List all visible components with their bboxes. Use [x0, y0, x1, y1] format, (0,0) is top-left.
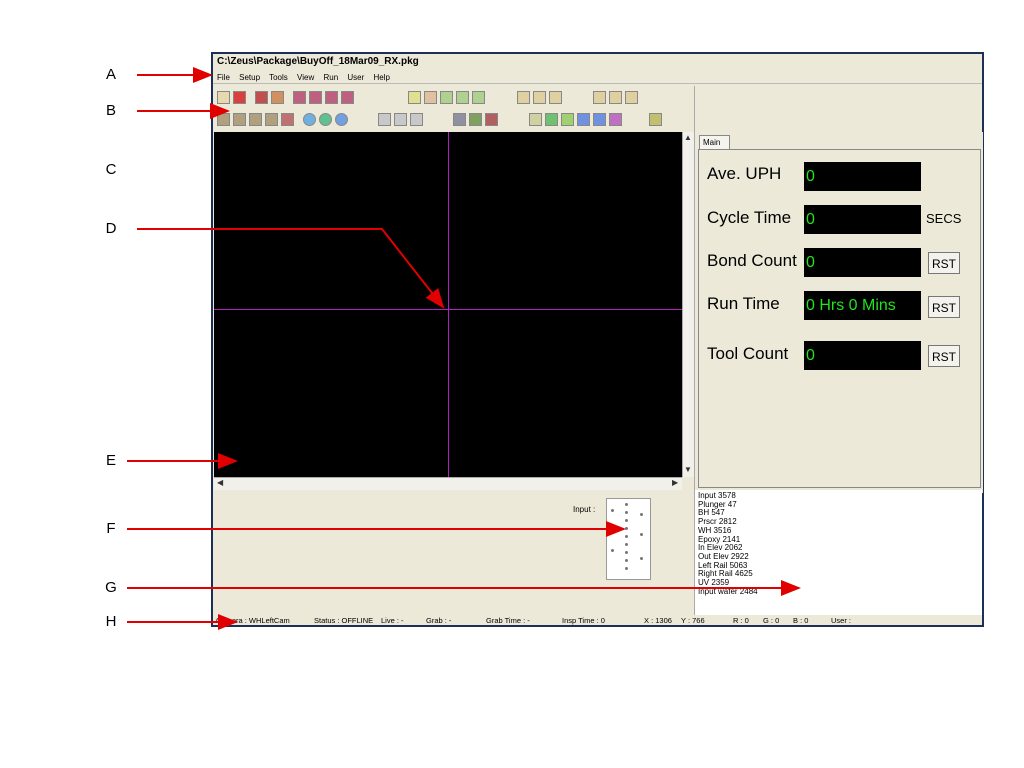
arrow-d — [137, 228, 445, 309]
callout-arrows — [127, 67, 801, 630]
